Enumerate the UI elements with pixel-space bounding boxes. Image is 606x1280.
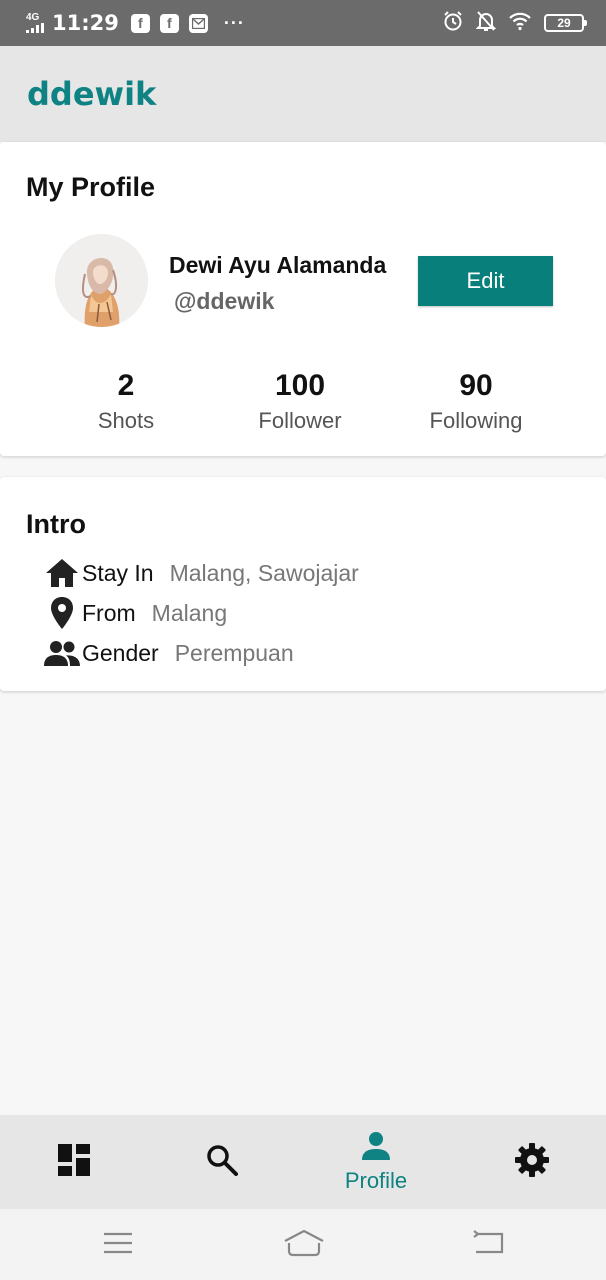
intro-row-from: From Malang (44, 595, 227, 631)
stat-label: Follower (258, 408, 342, 433)
stat-label: Following (429, 408, 523, 433)
intro-value: Malang (151, 599, 228, 626)
nav-profile[interactable]: Profile (326, 1115, 426, 1209)
system-nav (0, 1209, 606, 1280)
app-bar: ddewik (0, 46, 606, 142)
app-title: ddewik (27, 75, 157, 113)
intro-card-title: Intro (26, 509, 86, 539)
system-menu-button[interactable] (100, 1227, 136, 1263)
profile-name: Dewi Ayu Alamanda (169, 252, 387, 278)
nav-profile-label: Profile (344, 1167, 408, 1193)
clock: 11:29 (52, 11, 119, 35)
system-home-button[interactable] (282, 1227, 326, 1263)
intro-label: From (82, 599, 136, 626)
intro-row-stay-in: Stay In Malang, Sawojajar (44, 555, 359, 591)
location-pin-icon (44, 595, 80, 631)
signal-bars-icon (26, 23, 44, 33)
system-back-button[interactable] (470, 1227, 506, 1263)
status-left: 4G 11:29 f f ··· (26, 11, 245, 35)
intro-value: Malang, Sawojajar (169, 559, 359, 586)
profile-card-title: My Profile (26, 172, 156, 202)
more-notifications-icon: ··· (223, 12, 245, 33)
status-right: 29 (442, 10, 587, 37)
stat-shots[interactable]: 2 Shots (46, 368, 206, 434)
nav-search[interactable] (192, 1115, 252, 1209)
intro-label: Stay In (82, 559, 154, 586)
dashboard-icon (58, 1143, 90, 1181)
intro-label: Gender (82, 639, 159, 666)
wifi-icon (508, 11, 532, 36)
network-type: 4G (26, 12, 40, 23)
status-bar: 4G 11:29 f f ··· 29 (0, 0, 606, 46)
nav-settings[interactable] (502, 1115, 562, 1209)
home-icon (44, 555, 80, 591)
stat-follower[interactable]: 100 Follower (220, 368, 380, 434)
bell-off-icon (475, 10, 497, 37)
facebook-icon: f (130, 13, 150, 33)
nav-dashboard[interactable] (44, 1115, 104, 1209)
back-icon (472, 1229, 504, 1261)
signal-indicator: 4G (26, 13, 44, 33)
stat-label: Shots (97, 408, 155, 433)
intro-row-gender: Gender Perempuan (44, 635, 294, 671)
home-icon (283, 1229, 325, 1262)
menu-icon (103, 1231, 133, 1260)
stat-value: 2 (117, 369, 135, 402)
battery-icon: 29 (544, 14, 587, 32)
alarm-icon (442, 10, 464, 37)
settings-icon (514, 1142, 550, 1183)
people-icon (44, 635, 80, 671)
profile-username: @ddewik (174, 288, 275, 314)
profile-icon (361, 1131, 391, 1166)
stat-value: 100 (274, 369, 326, 402)
intro-card: Intro Stay In Malang, Sawojajar From Mal… (0, 477, 606, 691)
message-icon (188, 13, 208, 33)
stat-following[interactable]: 90 Following (396, 368, 556, 434)
avatar[interactable] (55, 234, 148, 327)
bottom-nav: Profile (0, 1115, 606, 1209)
search-icon (206, 1144, 238, 1181)
profile-card: My Profile Dewi Ayu Alamanda @ddewik Edi… (0, 142, 606, 456)
facebook-icon: f (159, 13, 179, 33)
battery-level: 29 (557, 16, 571, 30)
intro-value: Perempuan (174, 639, 294, 666)
edit-profile-button[interactable]: Edit (418, 256, 553, 306)
stat-value: 90 (459, 369, 493, 402)
